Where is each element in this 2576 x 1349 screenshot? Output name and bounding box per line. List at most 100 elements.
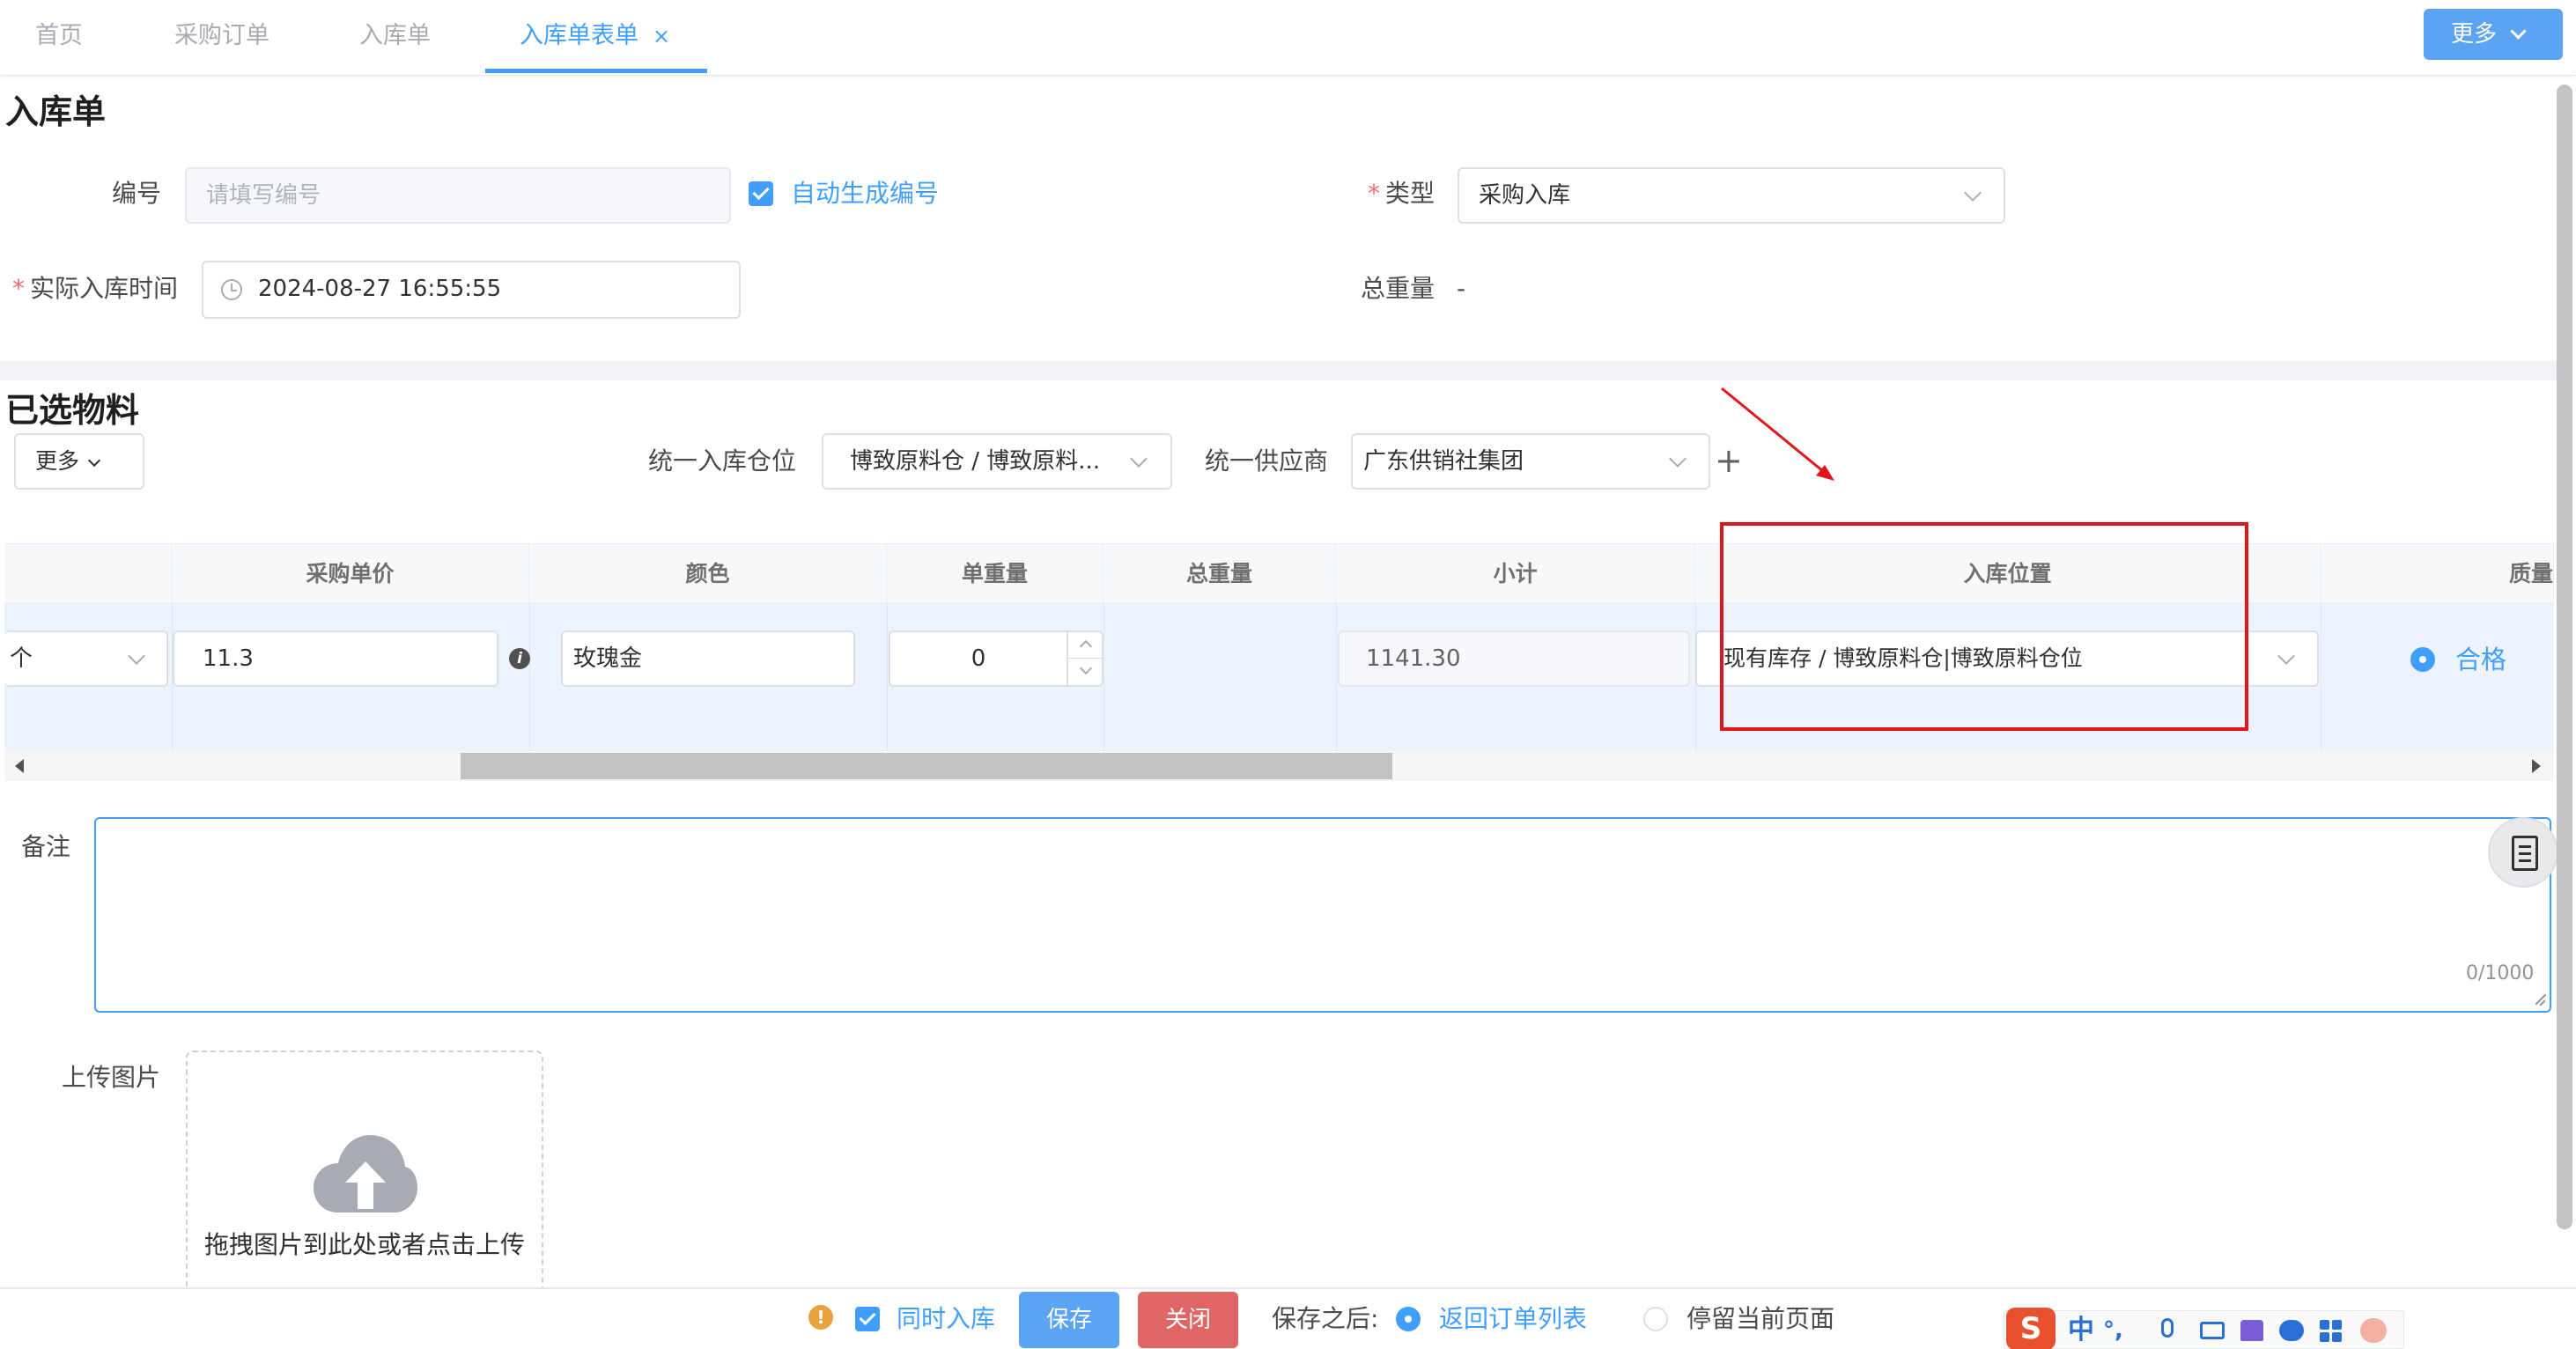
close-icon[interactable]: ×: [653, 23, 670, 49]
also-stock-checkbox[interactable]: [855, 1307, 880, 1331]
emoji-icon[interactable]: [2279, 1320, 2304, 1341]
tab-stock-in-form[interactable]: 入库单表单: [520, 0, 638, 72]
tab-purchase-orders[interactable]: 采购订单: [174, 0, 269, 72]
microphone-icon[interactable]: [2161, 1318, 2174, 1338]
upload-label: 上传图片: [62, 1063, 161, 1092]
unit-weight-value: 0: [971, 645, 986, 672]
remark-counter: 0/1000: [2466, 962, 2535, 984]
more-button-label: 更多: [2451, 21, 2498, 48]
required-mark: *: [12, 274, 25, 303]
mascot-icon[interactable]: [2360, 1318, 2387, 1343]
stay-page-label[interactable]: 停留当前页面: [1687, 1303, 1834, 1335]
col-header-subtotal: 小计: [1336, 544, 1695, 604]
keyboard-icon[interactable]: [2200, 1322, 2225, 1339]
time-label: * 实际入库时间: [12, 273, 178, 305]
chevron-down-icon: [2510, 23, 2527, 40]
subtotal-value: 1141.30: [1366, 645, 1461, 672]
scroll-right-icon[interactable]: [2532, 759, 2541, 773]
price-input[interactable]: 11.3: [173, 630, 498, 687]
price-input-value: 11.3: [203, 645, 254, 672]
save-button[interactable]: 保存: [1019, 1292, 1119, 1348]
supplier-select-value: 广东供销社集团: [1363, 448, 1524, 475]
section-divider: [0, 361, 2558, 380]
cloud-upload-icon: [314, 1135, 417, 1213]
return-list-radio[interactable]: [1396, 1307, 1421, 1331]
time-picker[interactable]: 2024-08-27 16:55:55: [202, 261, 741, 319]
resize-handle-icon[interactable]: [2534, 993, 2547, 1006]
time-label-text: 实际入库时间: [30, 274, 179, 303]
warning-icon: !: [808, 1305, 833, 1330]
unit-select-value: 个: [10, 645, 33, 672]
after-save-label: 保存之后:: [1272, 1304, 1379, 1333]
number-label: 编号: [112, 179, 162, 208]
auto-number-label[interactable]: 自动生成编号: [791, 178, 939, 210]
also-stock-label[interactable]: 同时入库: [897, 1303, 995, 1335]
subtotal-field: 1141.30: [1338, 630, 1690, 687]
time-picker-value: 2024-08-27 16:55:55: [258, 276, 502, 302]
sogou-logo-icon[interactable]: S: [2006, 1308, 2056, 1349]
document-icon: [2512, 836, 2538, 871]
quality-radio[interactable]: [2410, 647, 2435, 672]
increase-button[interactable]: [1067, 632, 1103, 659]
color-input-value: 玫瑰金: [573, 645, 643, 672]
col-header-quality: 质量: [2321, 544, 2554, 604]
type-select-value: 采购入库: [1479, 182, 1571, 209]
number-input[interactable]: 请填写编号: [185, 167, 731, 224]
color-input[interactable]: 玫瑰金: [561, 630, 855, 687]
vertical-scrollbar[interactable]: [2557, 85, 2572, 1229]
column-divider: [887, 603, 888, 751]
ime-lang-toggle[interactable]: 中: [2068, 1313, 2094, 1348]
document-icon-button[interactable]: [2488, 817, 2558, 888]
clock-icon: [221, 279, 242, 300]
col-header-price: 采购单价: [172, 544, 529, 604]
chevron-up-icon: [1079, 639, 1093, 653]
chevron-down-icon: [87, 453, 101, 468]
ime-punct-toggle[interactable]: °,: [2103, 1313, 2123, 1348]
total-weight-label: 总重量: [1361, 274, 1436, 303]
total-weight-value: -: [1457, 274, 1466, 303]
chevron-down-icon: [1079, 661, 1093, 675]
supplier-select[interactable]: 广东供销社集团: [1351, 433, 1710, 490]
return-list-label[interactable]: 返回订单列表: [1439, 1303, 1587, 1335]
col-header-total-weight: 总重量: [1103, 544, 1336, 604]
upload-hint: 拖拽图片到此处或者点击上传: [203, 1230, 525, 1259]
annotation-highlight-box: [1720, 522, 2248, 731]
stay-page-radio[interactable]: [1643, 1307, 1668, 1331]
type-label: * 类型: [1368, 178, 1435, 210]
supplier-label: 统一供应商: [1205, 446, 1329, 475]
info-icon[interactable]: i: [509, 648, 530, 669]
ime-toolbar: S 中 °,: [2004, 1308, 2404, 1349]
column-divider: [1103, 603, 1104, 751]
annotation-arrow: [1721, 387, 1834, 481]
col-header-unit: [4, 544, 172, 604]
remark-label: 备注: [21, 832, 71, 861]
more-button[interactable]: 更多: [2424, 9, 2563, 60]
form-title: 入库单: [5, 92, 107, 131]
type-select[interactable]: 采购入库: [1458, 167, 2005, 224]
active-tab-indicator: [485, 69, 707, 73]
close-button[interactable]: 关闭: [1138, 1292, 1238, 1348]
toolbox-icon[interactable]: [2320, 1320, 2343, 1343]
col-header-color: 颜色: [529, 544, 887, 604]
col-header-unit-weight: 单重量: [887, 544, 1103, 604]
scroll-left-icon[interactable]: [15, 759, 24, 773]
horizontal-scrollbar-thumb[interactable]: [461, 753, 1392, 779]
unit-select[interactable]: 个: [4, 630, 168, 687]
tab-bar: 首页 采购订单 入库单 入库单表单 × 更多: [0, 0, 2576, 76]
required-mark: *: [1368, 179, 1380, 208]
type-label-text: 类型: [1385, 179, 1436, 208]
materials-more-label: 更多: [35, 448, 80, 474]
skin-icon[interactable]: [2240, 1320, 2263, 1341]
auto-number-checkbox[interactable]: [749, 181, 773, 206]
materials-more-button[interactable]: 更多: [14, 433, 144, 490]
decrease-button[interactable]: [1067, 659, 1103, 685]
tab-home[interactable]: 首页: [35, 0, 83, 72]
column-divider: [529, 603, 530, 751]
remark-textarea[interactable]: [94, 817, 2551, 1013]
column-divider: [1336, 603, 1337, 751]
tab-stock-in[interactable]: 入库单: [359, 0, 431, 72]
quality-label[interactable]: 合格: [2455, 644, 2506, 675]
unit-weight-stepper[interactable]: 0: [889, 630, 1103, 687]
warehouse-select[interactable]: 博致原料仓 / 博致原料...: [822, 433, 1172, 490]
materials-title: 已选物料: [5, 391, 140, 430]
